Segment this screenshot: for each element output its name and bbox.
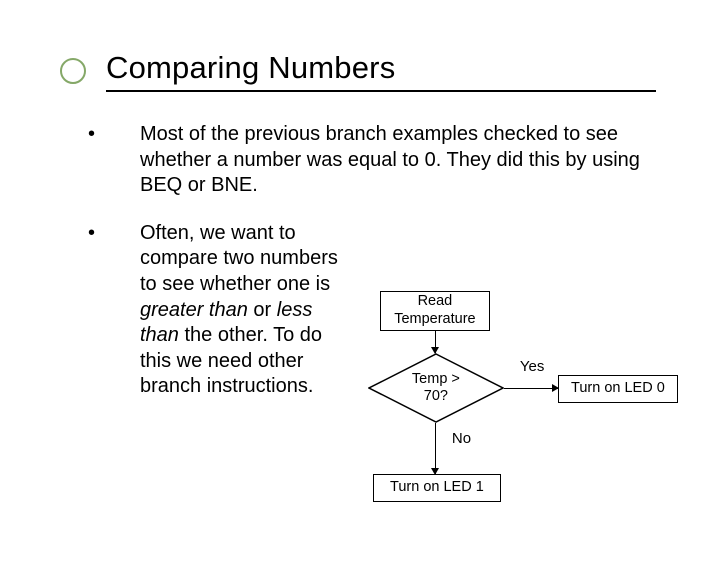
circle-bullet-icon [60, 58, 86, 84]
bullet-item-2: Often, we want to compare two numbers to… [88, 221, 648, 541]
label-yes: Yes [520, 357, 544, 376]
slide: Comparing Numbers Most of the previous b… [0, 0, 720, 540]
process-read-temperature: Read Temperature [380, 291, 490, 331]
bullet-item-1: Most of the previous branch examples che… [88, 122, 648, 199]
decision-temp-gt-70: Temp > 70? [368, 353, 504, 423]
bullet-item-2-text: Often, we want to compare two numbers to… [140, 221, 348, 400]
process-turn-on-led-1: Turn on LED 1 [373, 474, 501, 502]
text-greater-than: greater than [140, 299, 248, 321]
flowchart: Read Temperature Temp > 70? [358, 281, 648, 541]
bullet-list: Most of the previous branch examples che… [88, 122, 648, 541]
process-read-line1: Read [418, 293, 453, 310]
text-fragment: Often, we want to compare two numbers to… [140, 222, 338, 295]
arrow-no-to-led1 [435, 423, 437, 474]
arrow-read-to-decision [435, 331, 437, 353]
label-no: No [452, 429, 471, 448]
arrow-yes-to-led0 [504, 388, 558, 390]
decision-line2: 70? [424, 388, 448, 405]
process-turn-on-led-0: Turn on LED 0 [558, 375, 678, 403]
slide-body: Most of the previous branch examples che… [88, 122, 648, 563]
process-read-line2: Temperature [394, 311, 475, 328]
decision-line1: Temp > [412, 371, 460, 388]
title-underline: Comparing Numbers [106, 50, 656, 92]
slide-title: Comparing Numbers [106, 50, 656, 86]
text-fragment: or [248, 299, 277, 321]
